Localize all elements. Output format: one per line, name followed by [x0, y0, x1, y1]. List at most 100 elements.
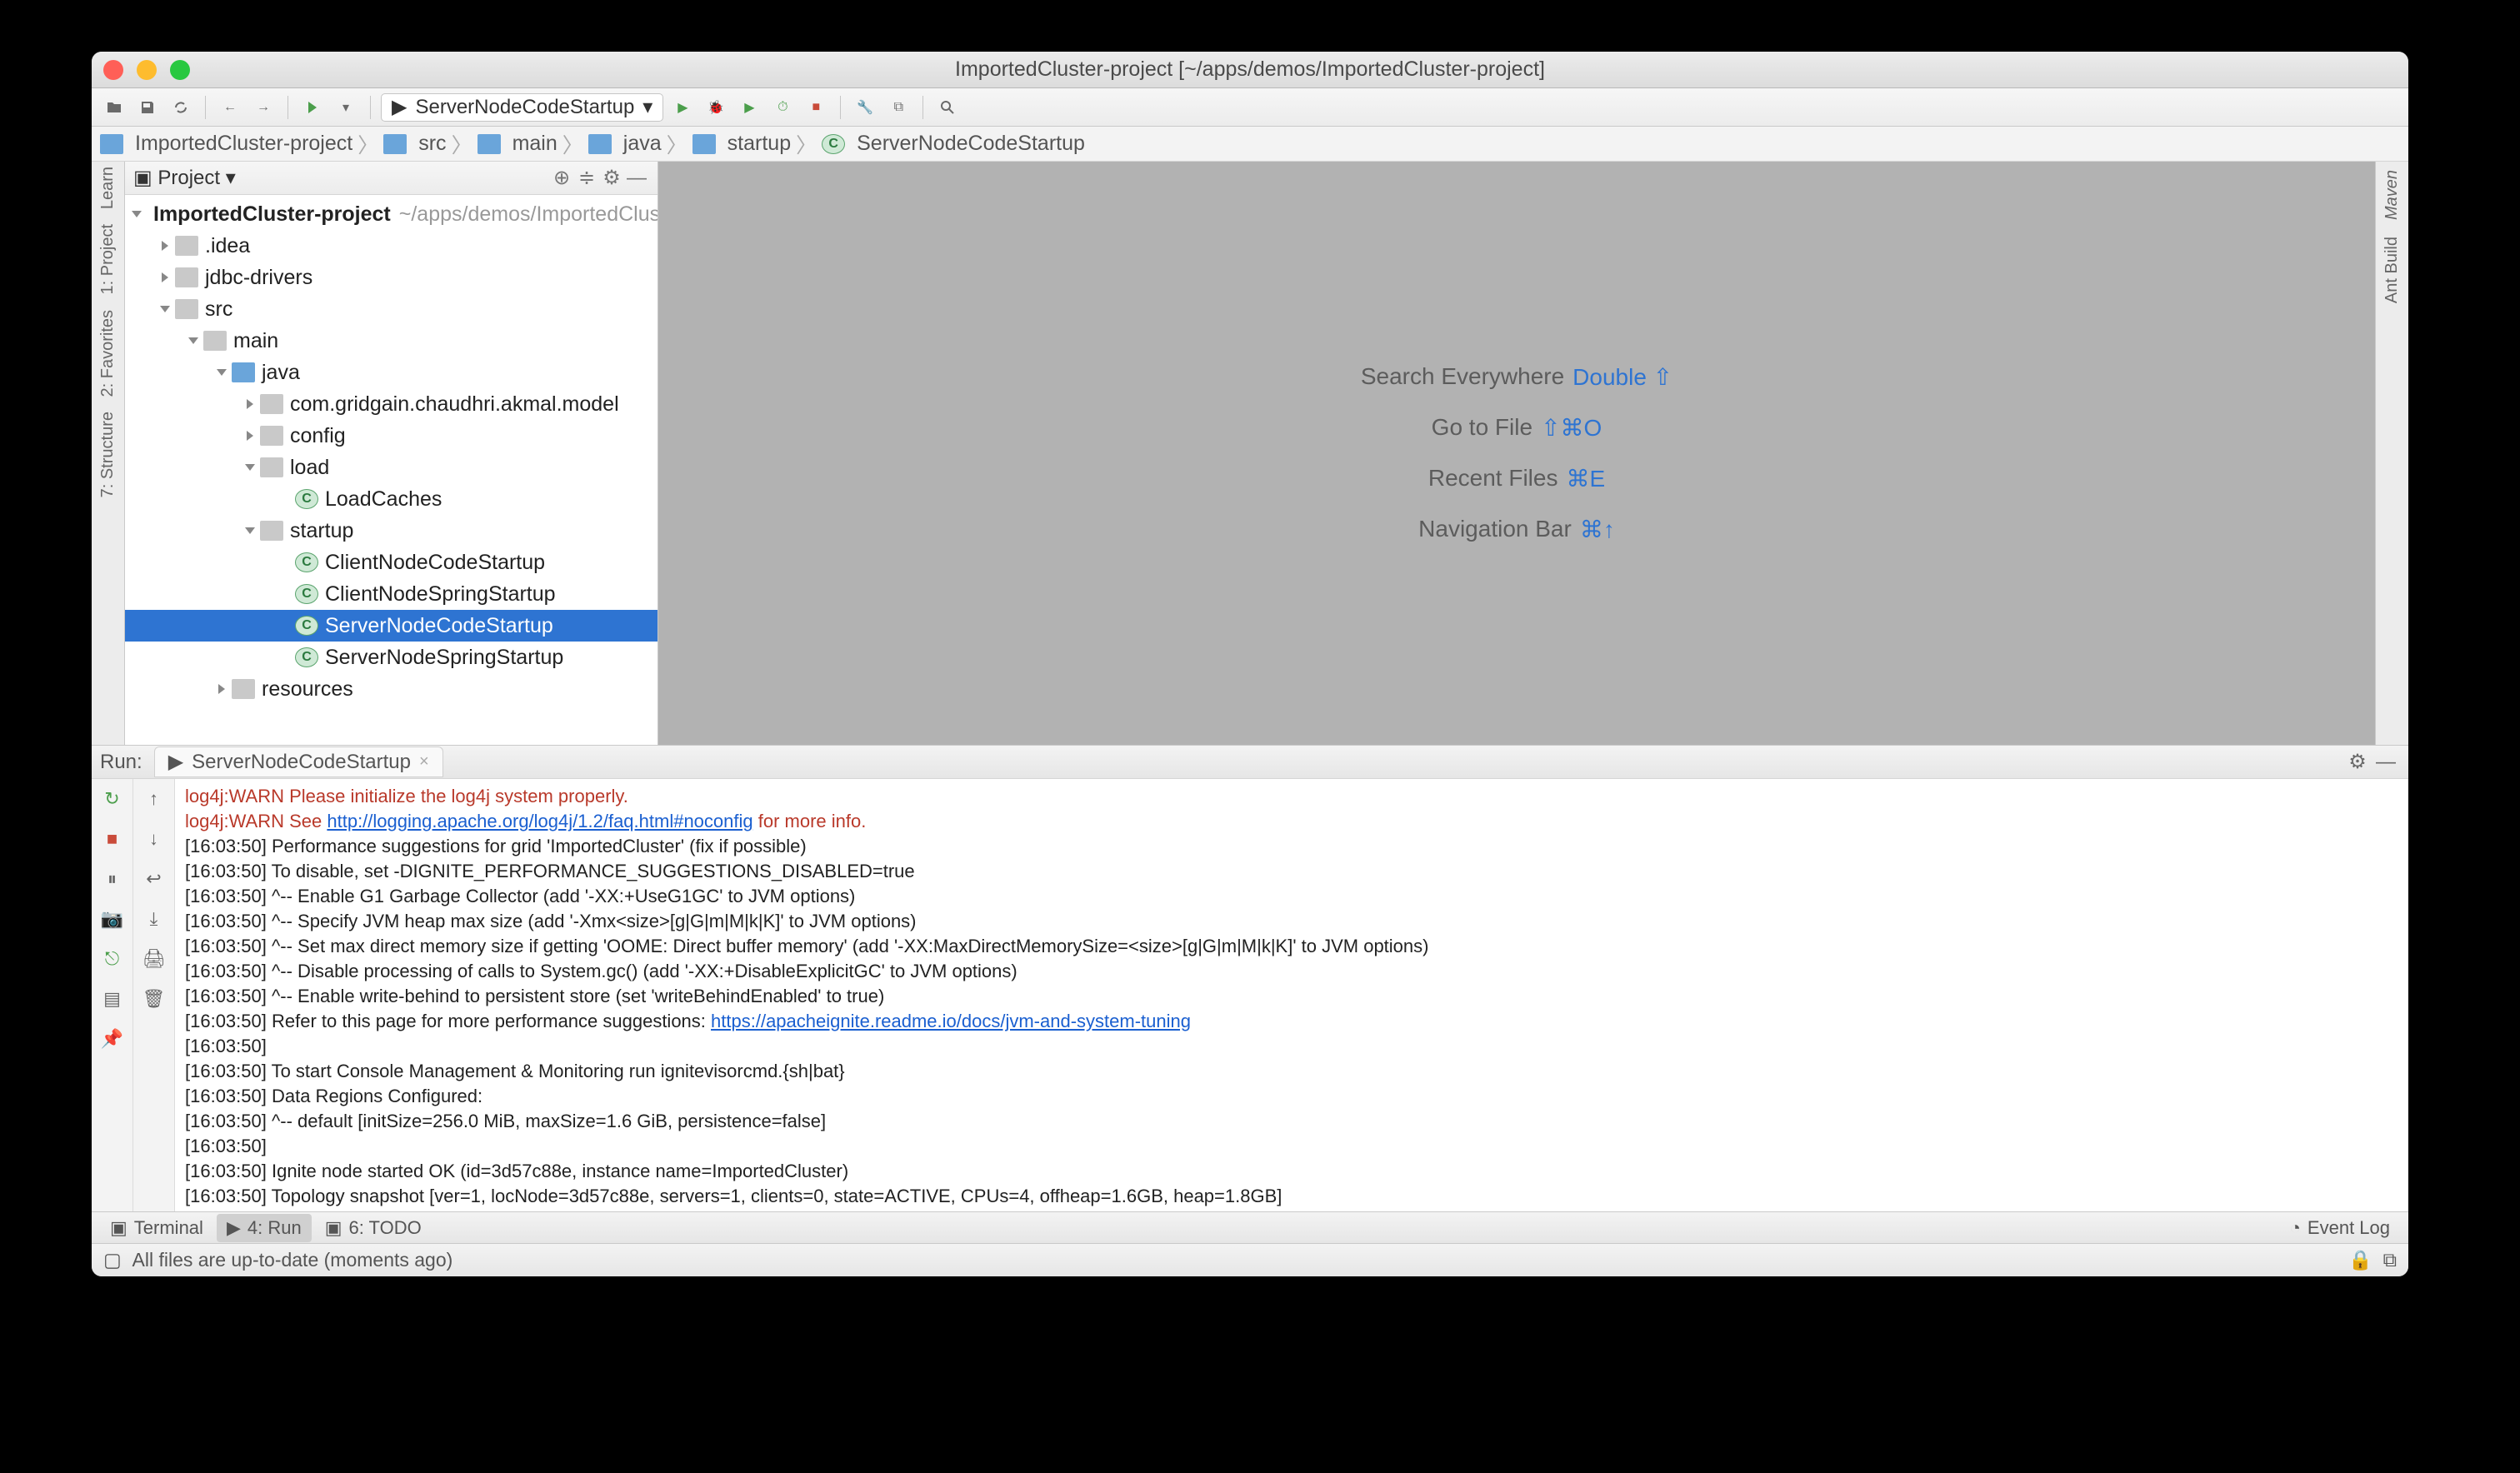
console-line: [16:03:50] To start Console Management &… — [185, 1059, 2398, 1084]
folder-icon — [383, 134, 407, 154]
run-tab[interactable]: ▶ ServerNodeCodeStartup × — [154, 746, 443, 777]
event-log-icon: ◔ — [2290, 1217, 2301, 1239]
soft-wrap-icon[interactable]: ↩ — [141, 866, 168, 892]
breadcrumb-item[interactable]: java — [588, 132, 662, 156]
tool-tab-maven[interactable]: Maven — [2382, 170, 2402, 220]
scroll-end-icon[interactable]: ⤓ — [141, 906, 168, 932]
gear-icon[interactable]: ⚙ — [599, 166, 624, 190]
tree-item[interactable]: jdbc-drivers — [125, 262, 658, 293]
folder-icon — [175, 299, 198, 319]
toolwin-terminal[interactable]: ▣Terminal — [100, 1214, 213, 1242]
clear-icon[interactable]: 🗑 — [141, 986, 168, 1012]
tree-item[interactable]: CClientNodeSpringStartup — [125, 578, 658, 610]
chevron-down-icon[interactable]: ▾ — [220, 166, 236, 190]
back-icon[interactable]: ← — [216, 93, 244, 122]
print-icon[interactable]: 🖨 — [141, 946, 168, 972]
folder-icon — [175, 267, 198, 287]
project-tree[interactable]: ImportedCluster-project~/apps/demos/Impo… — [125, 195, 658, 745]
tree-item[interactable]: CLoadCaches — [125, 483, 658, 515]
project-view-icon: ▣ — [133, 166, 152, 190]
event-log-button[interactable]: ◔Event Log — [2280, 1214, 2400, 1242]
tree-item[interactable]: src — [125, 293, 658, 325]
class-icon: C — [295, 552, 318, 572]
console-line: [16:03:50] — [185, 1034, 2398, 1059]
run-config-selector[interactable]: ▶ ServerNodeCodeStartup ▾ — [381, 93, 663, 122]
debug-icon[interactable]: 🐞 — [702, 93, 730, 122]
rerun-icon[interactable]: ↻ — [99, 786, 126, 812]
folder-icon — [100, 134, 123, 154]
wrench-icon[interactable]: 🔧 — [851, 93, 879, 122]
collapse-all-icon[interactable]: ≑ — [574, 166, 599, 190]
pause-icon[interactable]: ⏸ — [99, 866, 126, 892]
tree-item[interactable]: CClientNodeCodeStartup — [125, 547, 658, 578]
lock-icon[interactable]: 🔒 — [2348, 1249, 2372, 1271]
toolwin-4-run[interactable]: ▶4: Run — [217, 1214, 312, 1242]
search-icon[interactable] — [933, 93, 962, 122]
sync-icon[interactable] — [167, 93, 195, 122]
tool-tab-1-project[interactable]: 1: Project — [98, 224, 118, 294]
editor-tip: Recent Files⌘E — [1428, 465, 1605, 492]
run-icon[interactable]: ▶ — [668, 93, 697, 122]
tool-tab-2-favorites[interactable]: 2: Favorites — [98, 310, 118, 397]
tree-root[interactable]: ImportedCluster-project~/apps/demos/Impo… — [125, 198, 658, 230]
class-icon: C — [822, 134, 845, 154]
tree-item[interactable]: load — [125, 452, 658, 483]
console-link[interactable]: https://apacheignite.readme.io/docs/jvm-… — [711, 1011, 1191, 1031]
profile-icon[interactable]: ⏱ — [768, 93, 797, 122]
build-icon[interactable] — [298, 93, 327, 122]
up-icon[interactable]: ↑ — [141, 786, 168, 812]
toolwin-6-todo[interactable]: ▣6: TODO — [315, 1214, 432, 1242]
stop-icon[interactable]: ■ — [802, 93, 830, 122]
class-icon: C — [295, 616, 318, 636]
folder-icon — [260, 426, 283, 446]
stop-icon[interactable]: ■ — [99, 826, 126, 852]
tree-item[interactable]: java — [125, 357, 658, 388]
pin-icon[interactable]: 📌 — [99, 1026, 126, 1052]
tree-item[interactable]: .idea — [125, 230, 658, 262]
breadcrumb-item[interactable]: main — [478, 132, 558, 156]
gear-icon[interactable]: ⚙ — [2343, 748, 2372, 776]
tree-item[interactable]: com.gridgain.chaudhri.akmal.model — [125, 388, 658, 420]
folder-icon — [232, 362, 255, 382]
breadcrumb-item[interactable]: startup — [692, 132, 791, 156]
tree-item[interactable]: config — [125, 420, 658, 452]
navigation-bar[interactable]: ImportedCluster-project〉src〉main〉java〉st… — [92, 127, 2408, 162]
breadcrumb-item[interactable]: src — [383, 132, 446, 156]
toolwin-icon: ▣ — [325, 1217, 342, 1239]
tree-item[interactable]: CServerNodeCodeStartup — [125, 610, 658, 642]
toolwin-icon: ▶ — [227, 1217, 241, 1239]
project-structure-icon[interactable]: ⧉ — [884, 93, 912, 122]
console-output[interactable]: log4j:WARN Please initialize the log4j s… — [175, 779, 2408, 1211]
tree-item[interactable]: CServerNodeSpringStartup — [125, 642, 658, 673]
breadcrumb-item[interactable]: ImportedCluster-project — [100, 132, 352, 156]
hide-panel-icon[interactable]: — — [2372, 748, 2400, 776]
breadcrumb-item[interactable]: CServerNodeCodeStartup — [822, 132, 1085, 156]
tool-tab-ant-build[interactable]: Ant Build — [2382, 237, 2402, 303]
tool-tab-learn[interactable]: Learn — [98, 167, 118, 209]
right-tool-rail: Maven Ant Build — [2375, 162, 2408, 745]
dump-threads-icon[interactable]: 📷 — [99, 906, 126, 932]
tree-item[interactable]: startup — [125, 515, 658, 547]
titlebar: ImportedCluster-project [~/apps/demos/Im… — [92, 52, 2408, 88]
locate-icon[interactable]: ⊕ — [549, 166, 574, 190]
down-icon[interactable]: ↓ — [141, 826, 168, 852]
tree-item[interactable]: resources — [125, 673, 658, 705]
console-link[interactable]: http://logging.apache.org/log4j/1.2/faq.… — [327, 811, 752, 831]
hide-panel-icon[interactable]: — — [624, 167, 649, 190]
close-tab-icon[interactable]: × — [419, 752, 429, 771]
console-line: [16:03:50] Topology snapshot [ver=1, loc… — [185, 1184, 2398, 1209]
open-file-icon[interactable] — [100, 93, 128, 122]
coverage-icon[interactable]: ▶ — [735, 93, 763, 122]
folder-icon — [692, 134, 716, 154]
layout-icon[interactable]: ▤ — [99, 986, 126, 1012]
tool-tab-7-structure[interactable]: 7: Structure — [98, 412, 118, 497]
run-dropdown-icon[interactable]: ▾ — [332, 93, 360, 122]
forward-icon[interactable]: → — [249, 93, 278, 122]
editor-tip: Search EverywhereDouble ⇧ — [1361, 363, 1672, 391]
inspector-icon[interactable]: ⧉ — [2383, 1249, 2397, 1271]
ide-window: ImportedCluster-project [~/apps/demos/Im… — [92, 52, 2408, 1276]
save-all-icon[interactable] — [133, 93, 162, 122]
class-icon: C — [295, 489, 318, 509]
tree-item[interactable]: main — [125, 325, 658, 357]
exit-icon[interactable]: ⎋ — [99, 946, 126, 972]
